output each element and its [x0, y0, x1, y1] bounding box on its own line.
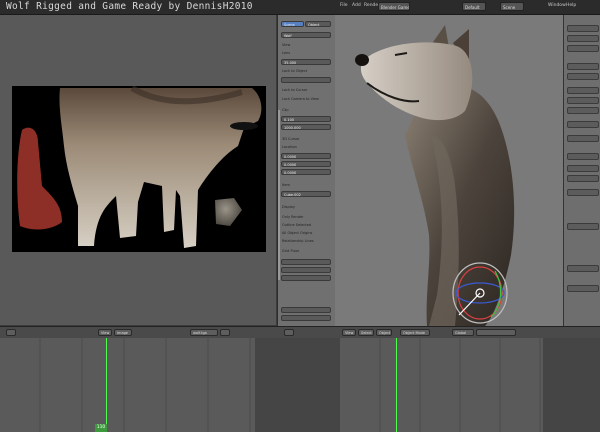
- select-menu[interactable]: Select: [358, 329, 374, 336]
- cursor-x-field[interactable]: 0.0000: [281, 153, 331, 159]
- lock-object-field[interactable]: [281, 77, 331, 83]
- label-view: View: [282, 43, 291, 47]
- checkbox-outline-selected[interactable]: Outline Selected: [282, 223, 311, 227]
- playhead-right[interactable]: [396, 338, 397, 432]
- properties-scrollbar[interactable]: [278, 110, 280, 280]
- tool-button-15[interactable]: [567, 223, 599, 230]
- tool-button-1[interactable]: [567, 25, 599, 32]
- label-display: Display: [282, 205, 295, 209]
- wolf-texture-image: [12, 85, 266, 252]
- tool-button-17[interactable]: [567, 285, 599, 292]
- checkbox-object-origins[interactable]: All Object Origins: [282, 231, 312, 235]
- editor-type-button[interactable]: [6, 329, 16, 336]
- checkbox-relationship-lines[interactable]: Relationship Lines: [282, 239, 314, 243]
- mode-select[interactable]: Object Mode: [400, 329, 430, 336]
- label-lock-to-object: Lock to Object: [282, 69, 308, 73]
- tool-button-6[interactable]: [567, 87, 599, 94]
- tool-button-10[interactable]: [567, 135, 599, 142]
- tool-button-2[interactable]: [567, 35, 599, 42]
- label-location: Location: [282, 145, 297, 149]
- clip-end-field[interactable]: 1000.000: [281, 124, 331, 130]
- image-name-field[interactable]: wolf.tga: [190, 329, 218, 336]
- tool-button-7[interactable]: [567, 97, 599, 104]
- tool-button-8[interactable]: [567, 107, 599, 114]
- timeline-grid: [39, 338, 541, 432]
- top-header-bar: Wolf Rigged and Game Ready by DennisH201…: [0, 0, 600, 15]
- wolf-model-render: [355, 25, 515, 327]
- cursor-y-field[interactable]: 0.0000: [281, 161, 331, 167]
- tool-button-12[interactable]: [567, 165, 599, 172]
- grid-scale-field[interactable]: [281, 267, 331, 273]
- menu-help[interactable]: Help: [566, 3, 576, 8]
- props-editor-button[interactable]: [284, 329, 294, 336]
- grid-lines-field[interactable]: [281, 259, 331, 265]
- label-lens: Lens: [282, 51, 291, 55]
- tab-object[interactable]: Object: [305, 21, 331, 27]
- tool-button-11[interactable]: [567, 153, 599, 160]
- uv-image-editor[interactable]: [0, 15, 276, 325]
- uv-view-menu[interactable]: View: [98, 329, 112, 336]
- grid-subdivisions-field[interactable]: [281, 275, 331, 281]
- tool-button-5[interactable]: [567, 73, 599, 80]
- label-lock-camera[interactable]: Lock Camera to View: [282, 97, 319, 101]
- shading-field[interactable]: [281, 307, 331, 313]
- clip-start-field[interactable]: 0.100: [281, 116, 331, 122]
- tool-button-13[interactable]: [567, 175, 599, 182]
- layer-buttons[interactable]: [476, 329, 516, 336]
- label-item: Item: [282, 183, 290, 187]
- current-frame-indicator[interactable]: 110: [95, 424, 107, 432]
- playhead-left[interactable]: [106, 338, 107, 432]
- shading-mode-field[interactable]: [281, 315, 331, 321]
- view-menu[interactable]: View: [342, 329, 356, 336]
- menu-file[interactable]: File: [340, 3, 348, 8]
- menu-add[interactable]: Add: [352, 3, 361, 8]
- label-3d-cursor: 3D Cursor: [282, 137, 300, 141]
- checkbox-only-render[interactable]: Only Render: [282, 215, 304, 219]
- tool-button-9[interactable]: [567, 121, 599, 128]
- texture-drawing: [17, 85, 262, 248]
- label-clip: Clip: [282, 108, 289, 112]
- tool-button-16[interactable]: [567, 265, 599, 272]
- render-engine-select[interactable]: Blender Game: [378, 2, 410, 11]
- tool-button-14[interactable]: [567, 189, 599, 196]
- properties-panel[interactable]: Scene Object Wolf View Lens 35.000 Lock …: [277, 15, 336, 326]
- label-lock-to-cursor[interactable]: Lock to Cursor: [282, 88, 307, 92]
- tab-scene[interactable]: Scene: [281, 21, 304, 27]
- label-grid-floor: Grid Floor: [282, 249, 300, 253]
- tool-button-3[interactable]: [567, 45, 599, 52]
- object-menu[interactable]: Object: [376, 329, 392, 336]
- tool-shelf[interactable]: [563, 15, 600, 326]
- cursor-z-field[interactable]: 0.0000: [281, 169, 331, 175]
- tool-button-4[interactable]: [567, 63, 599, 70]
- image-browse-button[interactable]: [220, 329, 230, 336]
- menu-window[interactable]: Window: [548, 3, 566, 8]
- object-name-field[interactable]: Wolf: [281, 32, 331, 38]
- lens-field[interactable]: 35.000: [281, 59, 331, 65]
- uv-image-menu[interactable]: Image: [114, 329, 132, 336]
- screen-layout-select[interactable]: Default: [462, 2, 486, 11]
- orientation-select[interactable]: Global: [452, 329, 474, 336]
- item-name-field[interactable]: Cube.002: [281, 191, 331, 197]
- scene-select[interactable]: Scene: [500, 2, 524, 11]
- video-title-overlay: Wolf Rigged and Game Ready by DennisH201…: [6, 1, 253, 12]
- 3d-viewport[interactable]: [335, 15, 563, 327]
